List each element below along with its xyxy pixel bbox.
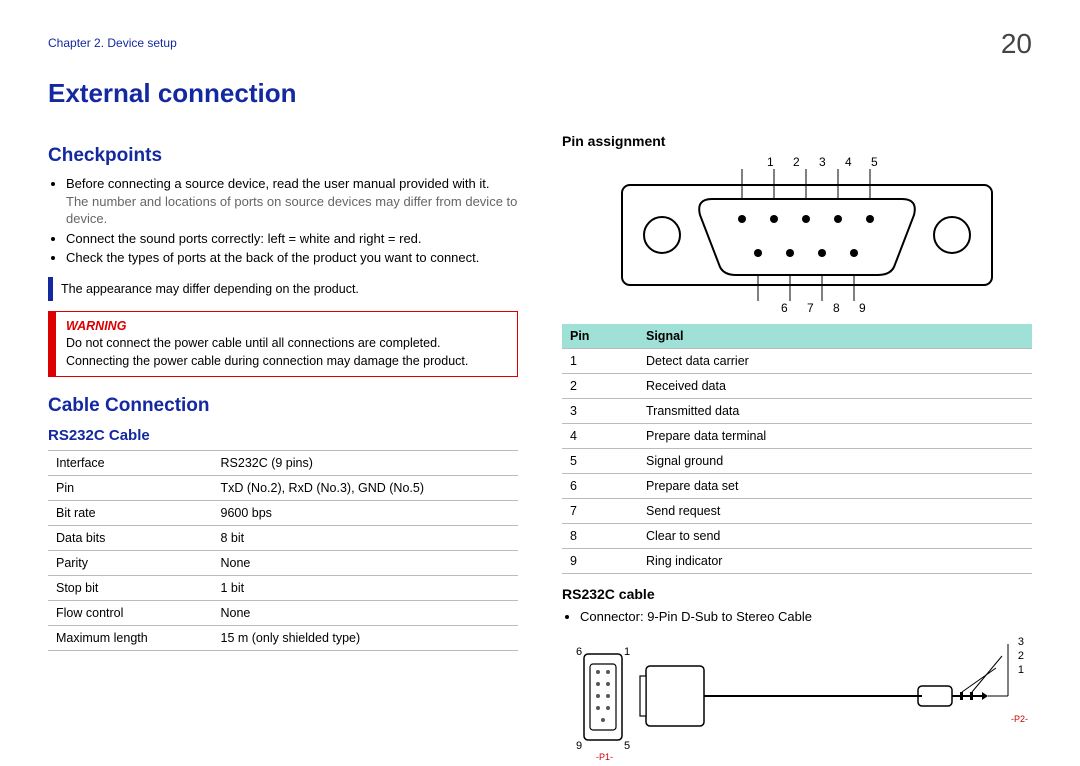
p2-label: -P2- xyxy=(1011,714,1028,724)
jack-label-1: 1 xyxy=(1018,664,1024,676)
signal-cell: Send request xyxy=(638,499,1032,524)
appearance-note: The appearance may differ depending on t… xyxy=(48,277,518,301)
table-row: PinTxD (No.2), RxD (No.3), GND (No.5) xyxy=(48,476,518,501)
table-row: Stop bit1 bit xyxy=(48,576,518,601)
warning-line-2: Connecting the power cable during connec… xyxy=(66,353,507,371)
pin-label-9: 9 xyxy=(576,740,582,752)
warning-box: WARNING Do not connect the power cable u… xyxy=(48,311,518,378)
table-row: 7Send request xyxy=(562,499,1032,524)
pin-label-5: 5 xyxy=(624,740,630,752)
table-row: 5Signal ground xyxy=(562,449,1032,474)
checkpoint-subtext: The number and locations of ports on sou… xyxy=(66,194,517,227)
warning-line-1: Do not connect the power cable until all… xyxy=(66,335,507,353)
cable-bullet-list: Connector: 9-Pin D-Sub to Stereo Cable xyxy=(562,608,1032,626)
pin-cell: 4 xyxy=(562,424,638,449)
pin-label-6: 6 xyxy=(576,646,582,658)
signal-cell: Received data xyxy=(638,374,1032,399)
pin-cell: 5 xyxy=(562,449,638,474)
cable-connector-text: Connector: 9-Pin D-Sub to Stereo Cable xyxy=(580,608,1032,626)
db9-to-stereo-cable-icon xyxy=(562,636,1032,761)
spec-value: None xyxy=(213,551,519,576)
table-row: 3Transmitted data xyxy=(562,399,1032,424)
spec-value: 8 bit xyxy=(213,526,519,551)
table-row: 6Prepare data set xyxy=(562,474,1032,499)
cable-diagram: 6 1 9 5 -P1- 3 2 1 -P2- xyxy=(562,636,1032,766)
table-row: ParityNone xyxy=(48,551,518,576)
table-row: 9Ring indicator xyxy=(562,549,1032,574)
signal-cell: Clear to send xyxy=(638,524,1032,549)
rs232c-spec-table: InterfaceRS232C (9 pins) PinTxD (No.2), … xyxy=(48,450,518,651)
signal-cell: Prepare data terminal xyxy=(638,424,1032,449)
left-column: Checkpoints Before connecting a source d… xyxy=(48,127,518,766)
spec-key: Stop bit xyxy=(48,576,213,601)
signal-cell: Transmitted data xyxy=(638,399,1032,424)
spec-key: Parity xyxy=(48,551,213,576)
pin-numbers-bottom: 6 7 8 9 xyxy=(781,301,874,315)
table-row: Bit rate9600 bps xyxy=(48,501,518,526)
table-row: InterfaceRS232C (9 pins) xyxy=(48,451,518,476)
table-row: Flow controlNone xyxy=(48,601,518,626)
pin-assignment-heading: Pin assignment xyxy=(562,133,1032,149)
spec-key: Flow control xyxy=(48,601,213,626)
checkpoints-list: Before connecting a source device, read … xyxy=(48,175,518,267)
pin-cell: 8 xyxy=(562,524,638,549)
spec-key: Data bits xyxy=(48,526,213,551)
breadcrumb: Chapter 2. Device setup xyxy=(48,36,1032,50)
pin-cell: 6 xyxy=(562,474,638,499)
spec-key: Bit rate xyxy=(48,501,213,526)
table-row: 1Detect data carrier xyxy=(562,349,1032,374)
spec-key: Maximum length xyxy=(48,626,213,651)
cable-connection-heading: Cable Connection xyxy=(48,395,518,417)
spec-value: TxD (No.2), RxD (No.3), GND (No.5) xyxy=(213,476,519,501)
pin-cell: 7 xyxy=(562,499,638,524)
page-title: External connection xyxy=(48,78,1032,109)
spec-value: None xyxy=(213,601,519,626)
pin-cell: 9 xyxy=(562,549,638,574)
db9-port-diagram: 1 2 3 4 5 6 7 xyxy=(562,155,1032,320)
checkpoint-item: Before connecting a source device, read … xyxy=(66,175,518,228)
content-columns: Checkpoints Before connecting a source d… xyxy=(48,127,1032,766)
right-column: Pin assignment 1 2 3 4 5 xyxy=(562,127,1032,766)
table-row: Maximum length15 m (only shielded type) xyxy=(48,626,518,651)
pin-header: Pin xyxy=(562,324,638,349)
table-header-row: Pin Signal xyxy=(562,324,1032,349)
spec-value: 1 bit xyxy=(213,576,519,601)
jack-label-2: 2 xyxy=(1018,650,1024,662)
table-row: 4Prepare data terminal xyxy=(562,424,1032,449)
spec-value: 9600 bps xyxy=(213,501,519,526)
pin-cell: 2 xyxy=(562,374,638,399)
pin-signal-table: Pin Signal 1Detect data carrier 2Receive… xyxy=(562,324,1032,574)
pin-cell: 3 xyxy=(562,399,638,424)
checkpoint-item: Connect the sound ports correctly: left … xyxy=(66,230,518,248)
checkpoint-item: Check the types of ports at the back of … xyxy=(66,249,518,267)
table-row: 8Clear to send xyxy=(562,524,1032,549)
pin-numbers-top: 1 2 3 4 5 xyxy=(767,155,886,169)
pin-label-1: 1 xyxy=(624,646,630,658)
table-row: 2Received data xyxy=(562,374,1032,399)
rs232c-cable-heading: RS232C Cable xyxy=(48,427,518,444)
rs232c-cable-figure-heading: RS232C cable xyxy=(562,586,1032,602)
spec-value: RS232C (9 pins) xyxy=(213,451,519,476)
table-row: Data bits8 bit xyxy=(48,526,518,551)
spec-key: Interface xyxy=(48,451,213,476)
db9-connector-icon xyxy=(562,155,1022,320)
pin-cell: 1 xyxy=(562,349,638,374)
signal-cell: Detect data carrier xyxy=(638,349,1032,374)
signal-header: Signal xyxy=(638,324,1032,349)
p1-label: -P1- xyxy=(596,752,613,762)
checkpoints-heading: Checkpoints xyxy=(48,145,518,167)
jack-label-3: 3 xyxy=(1018,636,1024,648)
signal-cell: Prepare data set xyxy=(638,474,1032,499)
signal-cell: Ring indicator xyxy=(638,549,1032,574)
spec-value: 15 m (only shielded type) xyxy=(213,626,519,651)
page-number: 20 xyxy=(1001,28,1032,60)
warning-label: WARNING xyxy=(66,318,507,336)
signal-cell: Signal ground xyxy=(638,449,1032,474)
spec-key: Pin xyxy=(48,476,213,501)
checkpoint-text: Before connecting a source device, read … xyxy=(66,176,489,191)
